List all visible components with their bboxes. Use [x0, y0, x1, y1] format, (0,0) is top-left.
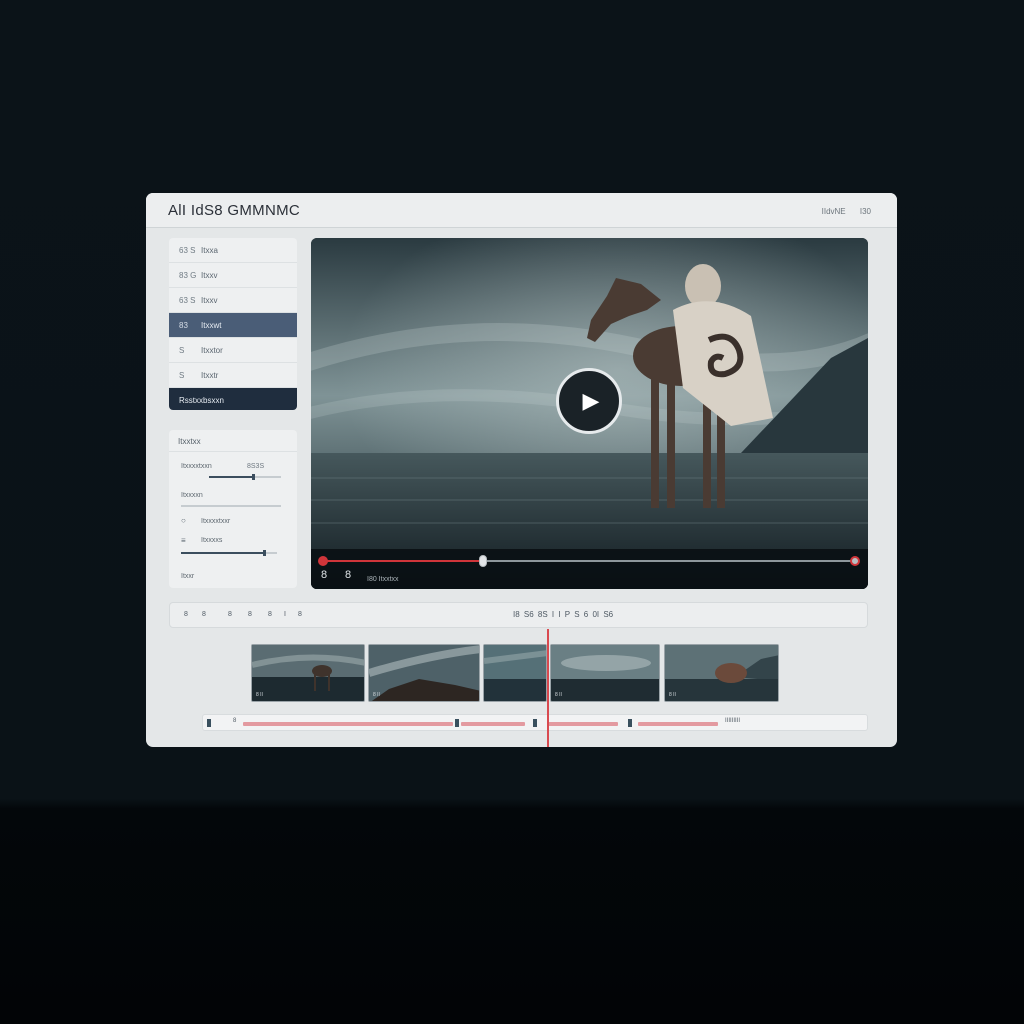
- timeline-clip[interactable]: 8 II: [368, 644, 480, 702]
- progress-end-marker: [850, 556, 860, 566]
- app-title: AlI IdS8 GMMNMC: [168, 202, 301, 219]
- progress-start-marker: [318, 556, 328, 566]
- track-label-right: IIIIIIIII: [725, 718, 741, 724]
- sidebar-item[interactable]: 63 S Itxxv: [169, 288, 297, 313]
- tool-button[interactable]: 8: [248, 611, 252, 618]
- sidebar-item-label: Itxxtr: [201, 370, 219, 380]
- track-segment[interactable]: [243, 722, 453, 726]
- timeline-clip[interactable]: 8 II: [550, 644, 660, 702]
- timecode-display: I8 S6 8S I I P S 6 0I S6: [513, 610, 614, 619]
- settings-row4-label: Itxxxxs: [201, 537, 223, 544]
- timeline-track[interactable]: 8 IIIIIIIII: [202, 714, 868, 731]
- sidebar-item-icon: 83: [179, 320, 188, 330]
- video-editor-window: AlI IdS8 GMMNMC IIdvNE I30 63 S Itxxa 83…: [146, 193, 897, 747]
- control-button-2[interactable]: 8: [345, 569, 351, 581]
- video-player[interactable]: ▶ 8 8 I80 Itxxtxx: [311, 238, 868, 589]
- settings-row1-value: 8S3S: [247, 463, 265, 470]
- sidebar-item-label: Itxxv: [201, 270, 218, 280]
- settings-header: Itxxtxx: [178, 437, 201, 446]
- sidebar-item-icon: S: [179, 345, 185, 355]
- progress-fill: [323, 560, 483, 562]
- clip-thumbnail: [252, 645, 364, 701]
- settings-icon: ○: [181, 516, 186, 525]
- clip-thumbnail: [665, 645, 778, 701]
- separator-line: [181, 505, 281, 507]
- sidebar-item-icon: 63 S: [179, 295, 196, 305]
- player-controls: 8 8 I80 Itxxtxx: [311, 549, 868, 589]
- sidebar-nav: 63 S Itxxa 83 G Itxxv 63 S Itxxv 83 Itxx…: [169, 238, 297, 410]
- clip-caption: 8 II: [373, 692, 380, 698]
- tool-button[interactable]: 8: [202, 611, 206, 618]
- sidebar-item-label: Rsstxxbsxxn: [179, 395, 224, 405]
- title-bar-info: IIdvNE I30: [810, 207, 871, 216]
- track-marker: [207, 719, 211, 727]
- sidebar-item[interactable]: 83 G Itxxv: [169, 263, 297, 288]
- sidebar-item-label: Itxxv: [201, 295, 218, 305]
- sidebar-item[interactable]: 63 S Itxxa: [169, 238, 297, 263]
- slider-2-handle[interactable]: [262, 550, 266, 556]
- sidebar-item-icon: 63 S: [179, 245, 196, 255]
- timeline-clip[interactable]: 8 II: [251, 644, 365, 702]
- tool-button[interactable]: 8: [268, 611, 272, 618]
- sidebar-item-selected[interactable]: 83 Itxxwt: [169, 313, 297, 338]
- clip-thumbnail: [484, 645, 546, 701]
- track-label-left: 8: [233, 718, 237, 724]
- play-icon: ▶: [582, 388, 600, 413]
- sidebar-item-label: Itxxwt: [201, 320, 222, 330]
- slider-1-fill: [209, 476, 253, 478]
- divider: [169, 451, 297, 452]
- sidebar-item-label: Itxxtor: [201, 345, 223, 355]
- clip-caption: 8 II: [256, 692, 263, 698]
- tool-button[interactable]: I: [284, 611, 286, 618]
- track-segment[interactable]: [548, 722, 618, 726]
- progress-scrubber-handle[interactable]: [478, 555, 487, 567]
- timeline-clip[interactable]: 8 II: [664, 644, 779, 702]
- track-marker: [628, 719, 632, 727]
- timeline-playhead[interactable]: [547, 629, 549, 747]
- tool-button[interactable]: 8: [184, 611, 188, 618]
- track-marker: [533, 719, 537, 727]
- settings-row2-label: Itxxxxn: [181, 492, 203, 499]
- sidebar-item-highlighted[interactable]: Rsstxxbsxxn: [169, 388, 297, 410]
- settings-footer-label: Itxxr: [181, 573, 195, 580]
- slider-1-handle[interactable]: [252, 474, 256, 480]
- settings-icon: ≡: [181, 536, 186, 545]
- settings-panel: Itxxtxx Itxxxxtxxn 8S3S Itxxxxn ○ Itxxxx…: [169, 430, 297, 588]
- sidebar-item[interactable]: S Itxxtr: [169, 363, 297, 388]
- player-time-label: I80 Itxxtxx: [367, 576, 399, 583]
- clip-thumbnail: [369, 645, 479, 701]
- sidebar-item-label: Itxxa: [201, 245, 218, 255]
- timeline-clip[interactable]: [483, 644, 547, 702]
- slider-2-fill: [181, 552, 263, 554]
- clip-caption: 8 II: [669, 692, 676, 698]
- track-segment[interactable]: [638, 722, 718, 726]
- track-segment[interactable]: [461, 722, 525, 726]
- sidebar-item-icon: S: [179, 370, 185, 380]
- settings-row3-label: Itxxxxtxxr: [201, 518, 231, 525]
- tool-button[interactable]: 8: [298, 611, 302, 618]
- tool-button[interactable]: 8: [228, 611, 232, 618]
- clip-thumbnail: [551, 645, 659, 701]
- title-bar: AlI IdS8 GMMNMC IIdvNE I30: [146, 193, 897, 228]
- track-marker: [455, 719, 459, 727]
- title-bar-info-1: IIdvNE: [821, 207, 846, 216]
- play-button[interactable]: ▶: [556, 368, 622, 434]
- sidebar-item[interactable]: S Itxxtor: [169, 338, 297, 363]
- clip-caption: 8 II: [555, 692, 562, 698]
- title-bar-info-2: I30: [859, 207, 871, 216]
- timeline-toolbar: 8 8 8 8 8 I 8 I8 S6 8S I I P S 6 0I S6: [169, 602, 868, 628]
- settings-row1-label: Itxxxxtxxn: [181, 463, 212, 470]
- control-button-1[interactable]: 8: [321, 569, 327, 581]
- sidebar-item-icon: 83 G: [179, 270, 197, 280]
